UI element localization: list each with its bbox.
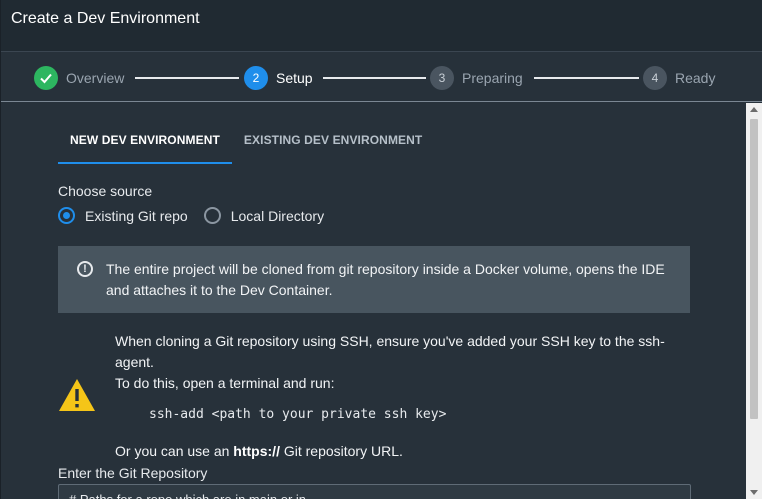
- wizard-stepper: Overview 2 Setup 3 Preparing 4 Ready: [1, 52, 762, 102]
- tab-existing-dev-environment[interactable]: EXISTING DEV ENVIRONMENT: [232, 123, 434, 164]
- title-bar: Create a Dev Environment: [1, 0, 762, 52]
- step-label: Setup: [276, 70, 313, 86]
- git-repository-label: Enter the Git Repository: [58, 465, 208, 481]
- scroll-down-icon[interactable]: [750, 490, 758, 495]
- info-icon: !: [77, 261, 93, 277]
- ssh-note-line2: To do this, open a terminal and run:: [115, 375, 335, 391]
- https-hint-prefix: Or you can use an: [115, 443, 234, 459]
- step-preparing: 3 Preparing: [430, 66, 523, 90]
- https-hint-bold: https://: [233, 443, 280, 459]
- step-connector: [323, 77, 426, 79]
- source-radio-group: Existing Git repo Local Directory: [58, 207, 340, 224]
- https-hint: Or you can use an https:// Git repositor…: [115, 443, 403, 459]
- step-connector: [534, 77, 639, 79]
- step-label: Ready: [675, 70, 716, 86]
- scroll-up-icon[interactable]: [750, 107, 758, 112]
- scrollbar-thumb[interactable]: [750, 119, 758, 419]
- environment-tabs: NEW DEV ENVIRONMENT EXISTING DEV ENVIRON…: [58, 123, 434, 164]
- step-label: Preparing: [462, 70, 523, 86]
- step-connector: [135, 77, 239, 79]
- ssh-instructions: When cloning a Git repository using SSH,…: [115, 331, 695, 394]
- choose-source-label: Choose source: [58, 183, 153, 199]
- ssh-add-command: ssh-add <path to your private ssh key>: [149, 407, 447, 422]
- step-number: 3: [430, 66, 454, 90]
- vertical-scrollbar[interactable]: [746, 103, 762, 499]
- info-text: The entire project will be cloned from g…: [106, 261, 665, 298]
- checkmark-icon: [34, 66, 58, 90]
- git-repository-input[interactable]: # Paths for a repo which are in main or …: [58, 484, 691, 499]
- radio-button-checked[interactable]: [58, 207, 75, 224]
- dialog-title: Create a Dev Environment: [11, 10, 200, 27]
- dev-environment-dialog: Create a Dev Environment Overview 2 Setu…: [0, 0, 762, 499]
- radio-existing-git-repo[interactable]: Existing Git repo: [58, 207, 188, 224]
- info-banner: ! The entire project will be cloned from…: [58, 246, 690, 313]
- tab-new-dev-environment[interactable]: NEW DEV ENVIRONMENT: [58, 123, 232, 164]
- ssh-note-line1: When cloning a Git repository using SSH,…: [115, 333, 665, 370]
- radio-label: Existing Git repo: [85, 207, 188, 224]
- step-number: 2: [244, 66, 268, 90]
- step-overview: Overview: [34, 66, 124, 90]
- step-number: 4: [643, 66, 667, 90]
- step-ready: 4 Ready: [643, 66, 715, 90]
- radio-local-directory[interactable]: Local Directory: [203, 207, 325, 224]
- step-setup: 2 Setup: [244, 66, 313, 90]
- step-label: Overview: [66, 70, 125, 86]
- setup-panel: NEW DEV ENVIRONMENT EXISTING DEV ENVIRON…: [1, 103, 747, 499]
- radio-label: Local Directory: [230, 207, 325, 224]
- warning-icon: [59, 379, 95, 411]
- https-hint-suffix: Git repository URL.: [279, 443, 403, 459]
- radio-button[interactable]: [203, 207, 221, 224]
